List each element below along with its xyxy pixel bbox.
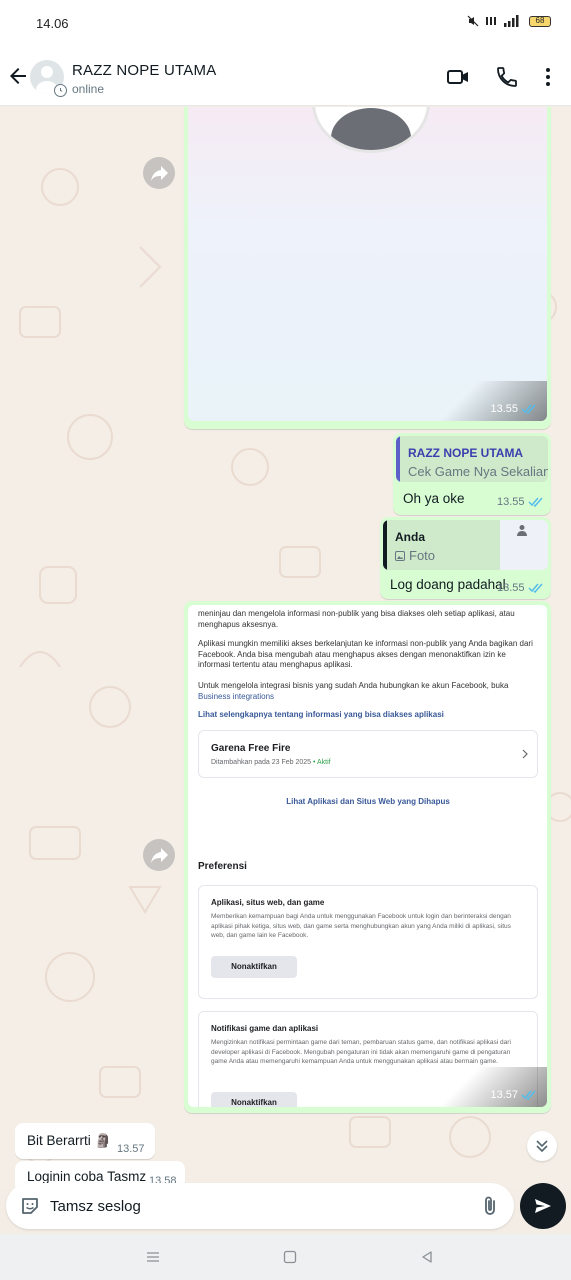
double-check-icon (521, 1090, 536, 1100)
preference-title: Aplikasi, situs web, dan game (211, 898, 325, 907)
double-check-icon (528, 583, 543, 593)
forward-icon[interactable] (143, 839, 175, 871)
home-icon[interactable] (283, 1250, 297, 1264)
app-card: Garena Free Fire Ditambahkan pada 23 Feb… (198, 730, 538, 778)
double-check-icon (528, 497, 543, 507)
system-navigation-bar (0, 1234, 571, 1280)
shared-screenshot[interactable]: meninjau dan mengelola informasi non-pub… (188, 605, 547, 1107)
message-time: 13.55 (497, 582, 525, 594)
quote-thumbnail (500, 520, 548, 570)
message-meta: 13.55 (497, 582, 544, 594)
app-added: Ditambahkan pada 23 Feb 2025 • Aktif (211, 759, 331, 766)
message-text: Bit Berarrti 🗿 (27, 1133, 112, 1148)
contact-status: online (72, 82, 105, 96)
back-arrow-icon[interactable] (6, 64, 30, 88)
send-icon (535, 1199, 551, 1213)
chat-header: RAZZ NOPE UTAMA online (0, 48, 571, 106)
attach-icon[interactable] (480, 1195, 500, 1217)
back-nav-icon[interactable] (420, 1250, 434, 1264)
quote-text: Cek Game Nya Sekalian (408, 464, 548, 479)
scroll-to-bottom-button[interactable] (527, 1131, 557, 1161)
message-time: 13.57 (490, 1089, 518, 1101)
message-text: Loginin coba Tasmz (27, 1169, 147, 1184)
profile-picture-image (312, 107, 430, 153)
screenshot-paragraph: Untuk mengelola integrasi bisnis yang su… (198, 681, 509, 701)
image-message[interactable]: meninjau dan mengelola informasi non-pub… (184, 601, 551, 1113)
chevron-right-icon (522, 749, 528, 759)
message-meta: 13.55 (490, 403, 537, 415)
double-check-icon (521, 404, 536, 414)
preference-description: Memberikan kemampuan bagi Anda untuk men… (211, 913, 511, 939)
wifi-icon (486, 17, 496, 25)
mute-icon (467, 15, 479, 27)
screenshot-paragraph: Aplikasi mungkin memiliki akses berkelan… (198, 639, 533, 669)
preference-title: Notifikasi game dan aplikasi (211, 1024, 319, 1033)
chevron-double-down-icon (536, 1140, 548, 1153)
quote-sender: Anda (395, 530, 425, 544)
message-time: 13.55 (497, 496, 525, 508)
message-meta: 13.55 (497, 496, 544, 508)
message-text: Oh ya oke (403, 491, 465, 506)
incoming-message[interactable]: Bit Berarrti 🗿 13.57 (15, 1123, 155, 1159)
chat-area[interactable]: 13.55 RAZZ NOPE UTAMA Cek Game Nya Sekal… (0, 107, 571, 1187)
message-time: 13.57 (117, 1143, 145, 1155)
contact-name[interactable]: RAZZ NOPE UTAMA (72, 62, 216, 79)
quote-text: Foto (409, 548, 436, 563)
reply-message[interactable]: Anda Foto Log doang padahal 13.55 (380, 517, 551, 599)
preferences-heading: Preferensi (198, 861, 247, 872)
shared-image[interactable]: 13.55 (188, 107, 547, 421)
forward-icon[interactable] (143, 157, 175, 189)
quoted-message[interactable]: Anda Foto (383, 520, 548, 570)
signal-icon (504, 15, 519, 27)
status-icons: 68 (467, 15, 551, 27)
message-text: Log doang padahal (390, 577, 506, 592)
preference-card: Aplikasi, situs web, dan game Memberikan… (198, 885, 538, 999)
status-time: 14.06 (36, 16, 69, 31)
app-name: Garena Free Fire (211, 743, 291, 754)
image-message[interactable]: 13.55 (184, 107, 551, 429)
message-meta: 13.57 (490, 1089, 537, 1101)
disable-button: Nonaktifkan (211, 956, 297, 978)
message-input-text[interactable]: Tamsz seslog (50, 1198, 141, 1215)
more-options-icon[interactable] (536, 65, 560, 89)
quote-sender: RAZZ NOPE UTAMA (408, 446, 524, 460)
preference-description: Mengizinkan notifikasi permintaan game d… (211, 1039, 511, 1065)
photo-icon (395, 550, 405, 561)
person-icon (517, 525, 527, 536)
recent-apps-icon[interactable] (146, 1250, 160, 1264)
status-bar: 14.06 68 (0, 0, 571, 48)
video-call-icon[interactable] (446, 65, 470, 89)
reply-message[interactable]: RAZZ NOPE UTAMA Cek Game Nya Sekalian Oh… (393, 433, 551, 515)
see-more-link: Lihat selengkapnya tentang informasi yan… (198, 710, 444, 719)
removed-apps-link: Lihat Aplikasi dan Situs Web yang Dihapu… (286, 797, 450, 806)
sticker-icon[interactable] (20, 1196, 40, 1216)
voice-call-icon[interactable] (495, 65, 519, 89)
battery-icon: 68 (529, 15, 551, 27)
disable-button: Nonaktifkan (211, 1092, 297, 1107)
screenshot-paragraph: meninjau dan mengelola informasi non-pub… (198, 609, 515, 629)
disappearing-timer-icon (54, 84, 67, 97)
quoted-message[interactable]: RAZZ NOPE UTAMA Cek Game Nya Sekalian (396, 436, 548, 482)
send-button[interactable] (520, 1183, 566, 1229)
message-input[interactable]: Tamsz seslog (6, 1183, 514, 1229)
message-time: 13.55 (490, 403, 518, 415)
quote-photo-label: Foto (395, 548, 435, 563)
